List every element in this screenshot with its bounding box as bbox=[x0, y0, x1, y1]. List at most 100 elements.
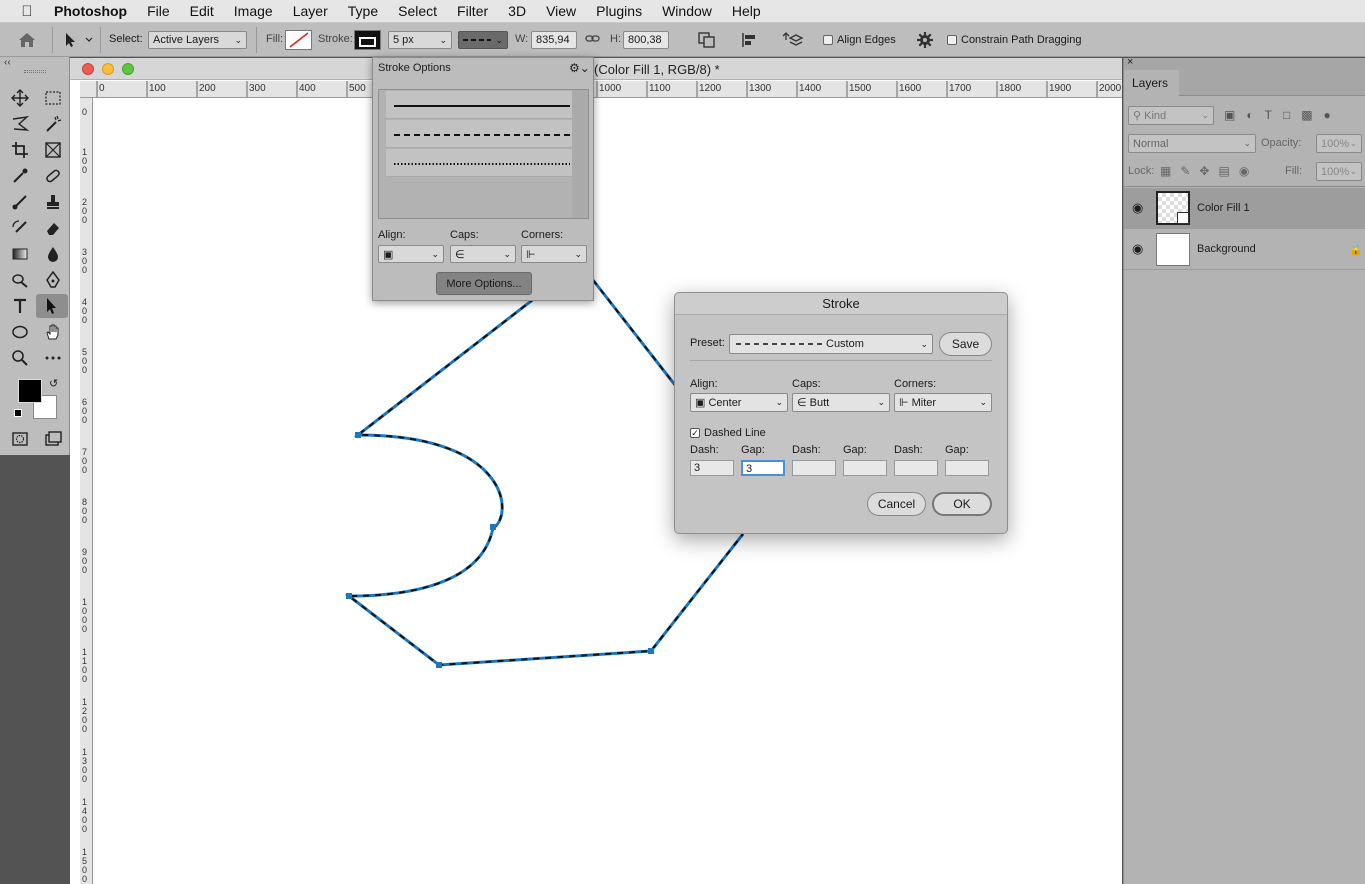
lock-all-icon[interactable]: ◉ bbox=[1239, 164, 1249, 178]
type-tool-icon[interactable] bbox=[7, 294, 33, 318]
filter-shape-icon[interactable]: □ bbox=[1283, 108, 1290, 122]
collapse-icon[interactable]: ‹‹ bbox=[4, 57, 11, 68]
filter-adjustment-icon[interactable]: ◐ bbox=[1246, 108, 1253, 122]
screen-mode-icon[interactable] bbox=[40, 427, 66, 451]
healing-brush-icon[interactable] bbox=[40, 164, 66, 188]
align-select[interactable]: ▣ ⌄ bbox=[378, 245, 444, 263]
marquee-tool-icon[interactable] bbox=[40, 86, 66, 110]
align-edges-checkbox[interactable]: Align Edges bbox=[823, 34, 896, 46]
kind-filter[interactable]: ⚲ Kind ⌄ bbox=[1128, 106, 1214, 125]
quick-mask-icon[interactable] bbox=[7, 427, 33, 451]
zoom-tool-icon[interactable] bbox=[7, 346, 33, 370]
anchor-point[interactable] bbox=[355, 432, 361, 438]
dotted-line-option[interactable] bbox=[386, 149, 578, 177]
layer-name[interactable]: Background bbox=[1197, 243, 1256, 255]
dash-field-2[interactable] bbox=[792, 460, 836, 476]
corners-select[interactable]: ⊩ ⌄ bbox=[521, 245, 587, 263]
grip-icon[interactable] bbox=[24, 70, 46, 73]
menu-type[interactable]: Type bbox=[338, 0, 388, 23]
swap-colors-icon[interactable]: ↺ bbox=[49, 377, 58, 390]
lock-transparent-icon[interactable]: ▦ bbox=[1160, 164, 1171, 178]
path-alignment-icon[interactable] bbox=[740, 31, 760, 49]
crop-tool-icon[interactable] bbox=[7, 138, 33, 162]
align-select[interactable]: ▣ Center ⌄ bbox=[690, 393, 788, 412]
gradient-tool-icon[interactable] bbox=[7, 242, 33, 266]
dash-field-1[interactable]: 3 bbox=[690, 460, 734, 476]
hand-tool-icon[interactable] bbox=[40, 320, 66, 344]
anchor-point[interactable] bbox=[436, 662, 442, 668]
select-dropdown[interactable]: Active Layers ⌄ bbox=[148, 31, 247, 49]
minimize-window-icon[interactable] bbox=[102, 63, 114, 75]
stroke-swatch[interactable] bbox=[354, 30, 381, 50]
gear-icon[interactable] bbox=[916, 31, 934, 49]
menu-edit[interactable]: Edit bbox=[180, 0, 224, 23]
close-window-icon[interactable] bbox=[82, 63, 94, 75]
zoom-window-icon[interactable] bbox=[122, 63, 134, 75]
history-brush-icon[interactable] bbox=[7, 216, 33, 240]
constrain-path-checkbox[interactable]: Constrain Path Dragging bbox=[947, 34, 1081, 46]
caps-select[interactable]: ∈ ⌄ bbox=[450, 245, 516, 263]
height-field[interactable]: 800,38 bbox=[623, 31, 669, 49]
anchor-point[interactable] bbox=[490, 524, 496, 530]
stroke-size-field[interactable]: 5 px ⌄ bbox=[388, 31, 452, 49]
anchor-point[interactable] bbox=[648, 648, 654, 654]
layer-row-background[interactable]: ◉ Background 🔒 bbox=[1124, 229, 1365, 270]
gear-icon[interactable]: ⚙⌄ bbox=[569, 61, 590, 75]
filter-toggle-icon[interactable]: ● bbox=[1324, 108, 1331, 122]
opacity-field[interactable]: 100% ⌄ bbox=[1316, 134, 1362, 153]
filter-image-icon[interactable]: ▣ bbox=[1224, 108, 1235, 122]
more-options-button[interactable]: More Options... bbox=[436, 272, 532, 295]
checkbox-icon[interactable] bbox=[947, 35, 957, 45]
eyedropper-icon[interactable] bbox=[7, 164, 33, 188]
dashed-line-checkbox[interactable]: ✓ Dashed Line bbox=[690, 427, 766, 439]
dashed-line-option[interactable] bbox=[386, 120, 578, 148]
dash-field-3[interactable] bbox=[894, 460, 938, 476]
gap-field-3[interactable] bbox=[945, 460, 989, 476]
lock-paint-icon[interactable]: ✎ bbox=[1180, 164, 1190, 178]
menu-3d[interactable]: 3D bbox=[498, 0, 536, 23]
blend-mode-select[interactable]: Normal ⌄ bbox=[1128, 134, 1256, 153]
frame-tool-icon[interactable] bbox=[40, 138, 66, 162]
width-field[interactable]: 835,94 bbox=[531, 31, 577, 49]
menu-view[interactable]: View bbox=[536, 0, 586, 23]
layer-name[interactable]: Color Fill 1 bbox=[1197, 202, 1250, 214]
list-scrollbar[interactable] bbox=[572, 90, 588, 218]
fill-swatch[interactable] bbox=[285, 30, 312, 50]
corners-select[interactable]: ⊩ Miter ⌄ bbox=[894, 393, 992, 412]
checkbox-icon[interactable] bbox=[823, 35, 833, 45]
ok-button[interactable]: OK bbox=[932, 492, 992, 516]
save-button[interactable]: Save bbox=[939, 332, 992, 356]
menu-file[interactable]: File bbox=[137, 0, 180, 23]
lasso-tool-icon[interactable] bbox=[7, 112, 33, 136]
preset-select[interactable]: Custom ⌄ bbox=[729, 334, 933, 354]
gap-field-2[interactable] bbox=[843, 460, 887, 476]
lock-position-icon[interactable]: ✥ bbox=[1199, 164, 1209, 178]
menu-help[interactable]: Help bbox=[722, 0, 771, 23]
close-panel-icon[interactable]: × bbox=[1127, 56, 1133, 68]
lock-artboard-icon[interactable]: ▤ bbox=[1218, 164, 1229, 178]
home-icon[interactable] bbox=[16, 31, 38, 49]
dodge-tool-icon[interactable] bbox=[7, 268, 33, 292]
blur-tool-icon[interactable] bbox=[40, 242, 66, 266]
magic-wand-icon[interactable] bbox=[40, 112, 66, 136]
solid-line-option[interactable] bbox=[386, 91, 578, 119]
layer-row-color-fill[interactable]: ◉ Color Fill 1 bbox=[1124, 188, 1365, 229]
menu-window[interactable]: Window bbox=[652, 0, 722, 23]
direct-selection-tool-icon[interactable] bbox=[36, 294, 68, 318]
eye-icon[interactable]: ◉ bbox=[1132, 241, 1143, 257]
menu-select[interactable]: Select bbox=[388, 0, 447, 23]
default-colors-icon[interactable] bbox=[14, 409, 22, 417]
cancel-button[interactable]: Cancel bbox=[867, 492, 926, 516]
anchor-point[interactable] bbox=[346, 593, 352, 599]
stroke-type-dropdown[interactable]: ⌄ bbox=[458, 31, 508, 49]
path-operations-icon[interactable] bbox=[697, 31, 717, 49]
filter-smart-icon[interactable]: ▩ bbox=[1301, 108, 1312, 122]
menu-plugins[interactable]: Plugins bbox=[586, 0, 652, 23]
more-tools-icon[interactable] bbox=[40, 346, 66, 370]
menu-app-name[interactable]: Photoshop bbox=[54, 0, 137, 23]
menu-layer[interactable]: Layer bbox=[283, 0, 338, 23]
filter-type-icon[interactable]: T bbox=[1265, 108, 1272, 122]
caps-select[interactable]: ∈ Butt ⌄ bbox=[792, 393, 890, 412]
layers-tab[interactable]: Layers bbox=[1124, 70, 1179, 96]
brush-tool-icon[interactable] bbox=[7, 190, 33, 214]
